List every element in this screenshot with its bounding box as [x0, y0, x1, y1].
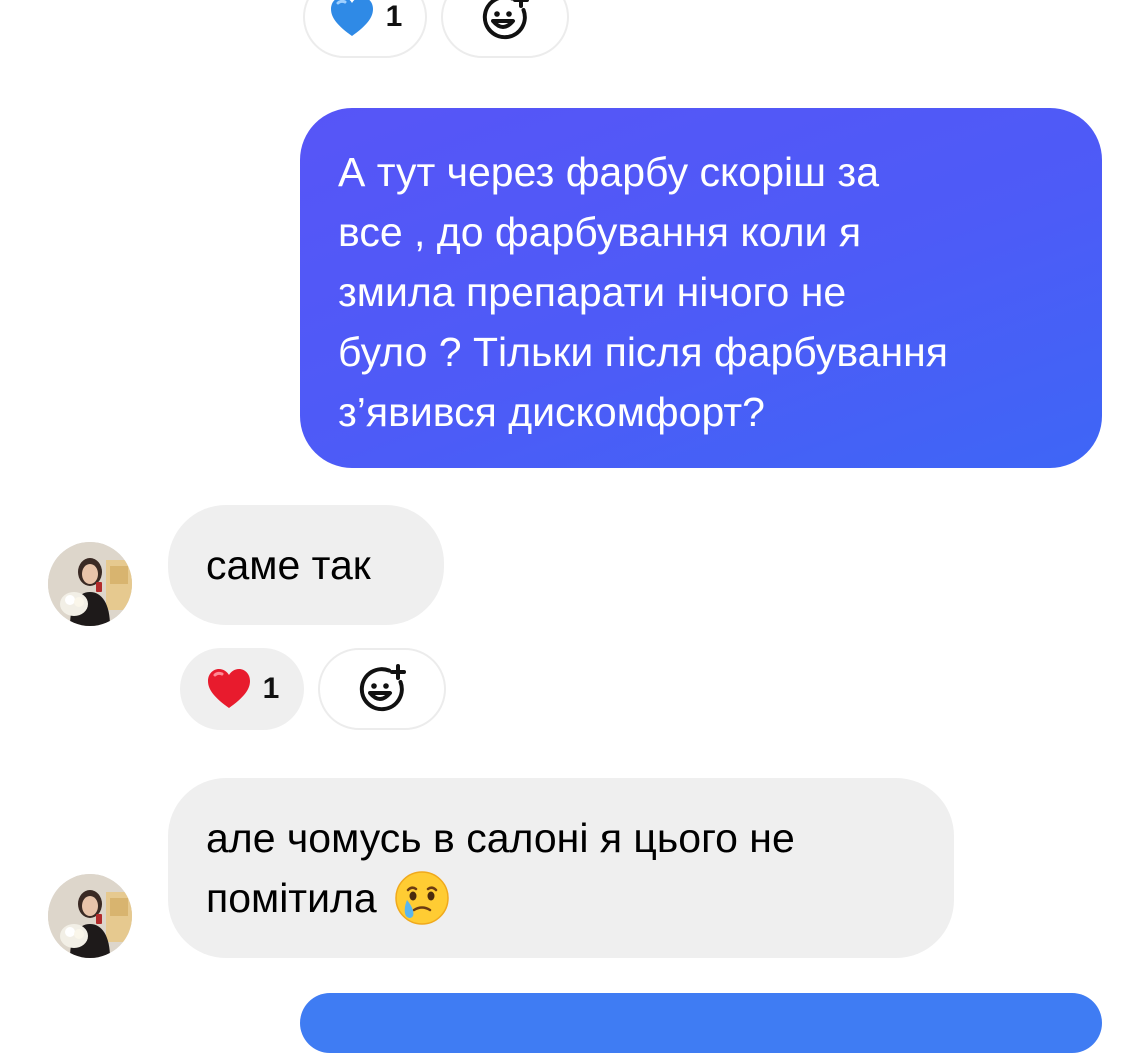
- message-line: помітила: [206, 875, 377, 921]
- message-line: з’явився дискомфорт?: [338, 389, 765, 435]
- message-line: все , до фарбування коли я: [338, 209, 862, 255]
- profile-photo-icon: [48, 874, 132, 958]
- incoming-message-bubble[interactable]: але чомусь в салоні я цього не помітила: [168, 778, 954, 958]
- outgoing-message-bubble[interactable]: А тут через фарбу скоріш за все , до фар…: [300, 108, 1102, 468]
- blue-heart-icon: [330, 0, 373, 36]
- message-line: змила препарати нічого не: [338, 269, 847, 315]
- reaction-count: 1: [262, 672, 280, 705]
- message-line: було ? Тільки після фарбування: [338, 329, 948, 375]
- reaction-count: 1: [385, 0, 403, 33]
- red-heart-icon: [207, 669, 250, 708]
- avatar[interactable]: [48, 874, 132, 958]
- reaction-pill-red-heart[interactable]: 1: [180, 648, 304, 730]
- add-reaction-button[interactable]: [441, 0, 569, 58]
- message-line: але чомусь в салоні я цього не: [206, 815, 795, 861]
- face-holding-back-tears-icon: [395, 871, 449, 925]
- message-line: А тут через фарбу скоріш за: [338, 149, 880, 195]
- outgoing-message-bubble[interactable]: [300, 993, 1102, 1053]
- add-reaction-icon: [359, 664, 406, 712]
- reaction-pill-blue-heart[interactable]: 1: [303, 0, 427, 58]
- incoming-message-bubble[interactable]: саме так: [168, 505, 444, 625]
- profile-photo-icon: [48, 542, 132, 626]
- message-text: саме так: [206, 542, 371, 588]
- avatar[interactable]: [48, 542, 132, 626]
- add-reaction-button[interactable]: [318, 648, 446, 730]
- add-reaction-icon: [482, 0, 529, 40]
